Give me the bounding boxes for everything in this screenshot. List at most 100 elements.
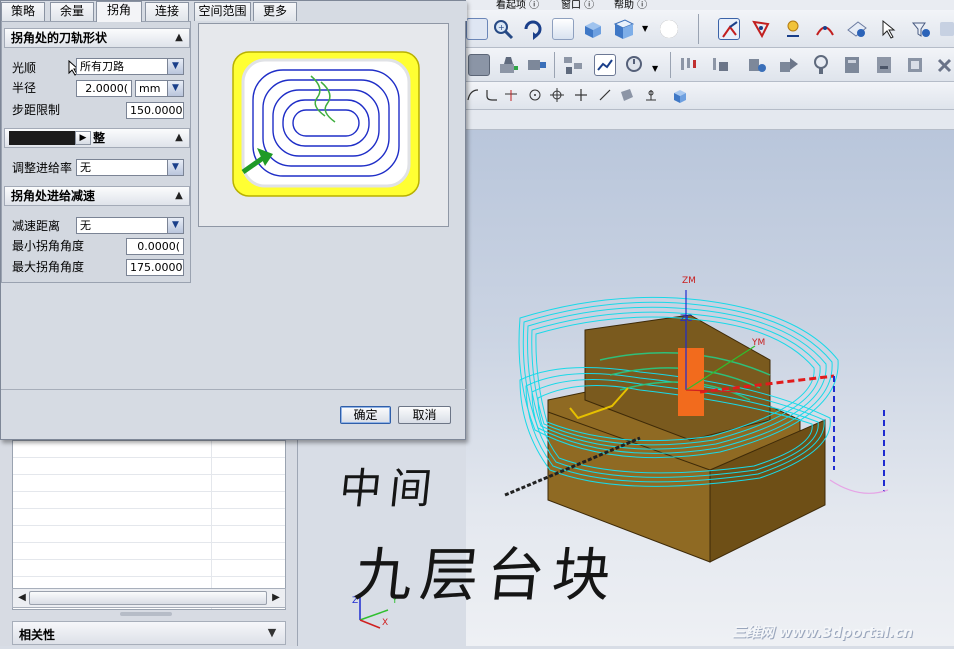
pan-icon[interactable] bbox=[552, 18, 574, 40]
output-cls-icon[interactable] bbox=[874, 54, 896, 76]
adjust-feed-value: 无 bbox=[80, 161, 91, 174]
postprocess-icon[interactable] bbox=[842, 54, 864, 76]
close-toolbar-icon[interactable] bbox=[936, 54, 954, 76]
toolbar-separator bbox=[554, 52, 555, 78]
tab-containment[interactable]: 空间范围 bbox=[194, 2, 251, 21]
probe-icon[interactable] bbox=[810, 54, 832, 76]
adjust-feed-label: 调整进给率 bbox=[12, 161, 73, 175]
group-corner-slowdown[interactable]: 拐角处进给减速 ▲ bbox=[4, 186, 190, 206]
datum-icon[interactable] bbox=[644, 88, 658, 102]
navigator-grid[interactable] bbox=[12, 440, 286, 610]
verify-icon[interactable] bbox=[624, 54, 646, 76]
transfer-path bbox=[829, 479, 889, 494]
chevron-up-icon[interactable]: ▲ bbox=[171, 130, 187, 146]
shaded-box-icon[interactable] bbox=[582, 18, 604, 40]
trim-icon[interactable] bbox=[504, 88, 518, 102]
tab-connections[interactable]: 连接 bbox=[145, 2, 189, 21]
solid-cube-icon[interactable] bbox=[672, 88, 686, 103]
handwritten-annotation: 中间 bbox=[337, 464, 443, 513]
snap-icon[interactable] bbox=[750, 18, 772, 40]
tab-more[interactable]: 更多 bbox=[253, 2, 297, 21]
path-list-icon[interactable] bbox=[746, 54, 768, 76]
group-corner-path[interactable]: 拐角处的刀轨形状 ▲ bbox=[4, 28, 190, 48]
setup-sheet-icon[interactable] bbox=[906, 54, 928, 76]
toolbar-empty bbox=[466, 110, 954, 130]
ok-button[interactable]: 确定 bbox=[340, 406, 391, 424]
scroll-thumb[interactable] bbox=[29, 591, 267, 605]
toolbar-separator bbox=[670, 52, 671, 78]
toolbar-more-icon[interactable] bbox=[940, 22, 954, 36]
point-snap-icon[interactable] bbox=[782, 18, 804, 40]
cancel-button[interactable]: 取消 bbox=[398, 406, 451, 424]
dropdown-arrow-icon[interactable]: ▼ bbox=[652, 62, 666, 76]
smooth-label: 光顺 bbox=[12, 61, 37, 75]
tab-bar: 策略 余量 拐角 连接 空间范围 更多 bbox=[1, 1, 467, 22]
slowdown-dropdown[interactable]: 无 ▼ bbox=[76, 217, 184, 234]
chevron-up-icon[interactable]: ▲ bbox=[171, 188, 187, 204]
tab-strategy[interactable]: 策略 bbox=[1, 2, 45, 21]
menu-item[interactable]: 看起项 ⓘ bbox=[496, 0, 539, 10]
zoom-icon[interactable]: + bbox=[492, 18, 514, 40]
adjust-feed-dropdown[interactable]: 无 ▼ bbox=[76, 159, 184, 176]
dependencies-panel[interactable]: 相关性 ▼ bbox=[12, 621, 286, 645]
dependencies-label: 相关性 bbox=[19, 628, 56, 642]
operation-navigator-icon[interactable] bbox=[562, 54, 584, 76]
create-program-icon[interactable] bbox=[468, 54, 490, 76]
face-select-icon[interactable] bbox=[846, 18, 868, 40]
plus-icon[interactable] bbox=[574, 88, 588, 102]
dropdown-arrow-icon[interactable]: ▼ bbox=[167, 81, 183, 96]
radius-input[interactable]: 2.0000( bbox=[76, 80, 132, 97]
radius-unit: mm bbox=[139, 82, 161, 95]
preview-illustration bbox=[232, 51, 420, 197]
point-icon[interactable] bbox=[550, 88, 564, 102]
svg-text:+: + bbox=[498, 23, 505, 32]
max-angle-input[interactable]: 175.0000( bbox=[126, 259, 184, 276]
scroll-left-icon[interactable]: ◀ bbox=[14, 590, 30, 606]
menu-item[interactable]: 窗口 ⓘ bbox=[561, 0, 594, 10]
label-ym: YM bbox=[752, 338, 766, 348]
create-geometry-icon[interactable] bbox=[526, 54, 548, 76]
cutting-tool bbox=[678, 348, 704, 416]
dropdown-arrow-icon[interactable]: ▼ bbox=[167, 218, 183, 233]
line-icon[interactable] bbox=[598, 88, 612, 102]
shop-doc-icon[interactable] bbox=[594, 54, 616, 76]
plane-icon[interactable] bbox=[620, 88, 634, 102]
circle-center-icon[interactable] bbox=[528, 88, 542, 102]
menu-bar: 看起项 ⓘ 窗口 ⓘ 帮助 ⓘ bbox=[466, 0, 954, 10]
create-tool-icon[interactable] bbox=[498, 54, 520, 76]
chevron-down-icon[interactable]: ▼ bbox=[263, 624, 281, 642]
tab-stock[interactable]: 余量 bbox=[50, 2, 94, 21]
step-limit-input[interactable]: 150.0000( bbox=[126, 102, 184, 119]
fit-icon[interactable] bbox=[466, 18, 488, 40]
transform-icon[interactable] bbox=[778, 54, 800, 76]
generate-path-icon[interactable] bbox=[678, 54, 700, 76]
group-feed-adjust[interactable]: ▶ 整 ▲ bbox=[4, 128, 190, 148]
navigator-scrollbar[interactable]: ◀ ▶ bbox=[12, 588, 286, 608]
slowdown-value: 无 bbox=[80, 219, 91, 232]
slowdown-label: 减速距离 bbox=[12, 219, 61, 233]
rotate-icon[interactable] bbox=[522, 18, 544, 40]
expand-arrow-icon[interactable]: ▶ bbox=[75, 131, 91, 145]
min-angle-input[interactable]: 0.0000( bbox=[126, 238, 184, 255]
replay-path-icon[interactable] bbox=[710, 54, 732, 76]
splitter-grip[interactable] bbox=[120, 612, 172, 616]
filter-select-icon[interactable] bbox=[910, 18, 932, 40]
smooth-value: 所有刀路 bbox=[80, 60, 124, 73]
cursor-select-icon[interactable] bbox=[878, 18, 900, 40]
tab-corners[interactable]: 拐角 bbox=[96, 1, 142, 22]
dropdown-arrow-icon[interactable]: ▼ bbox=[167, 160, 183, 175]
scroll-right-icon[interactable]: ▶ bbox=[268, 590, 284, 606]
chevron-up-icon[interactable]: ▲ bbox=[171, 30, 187, 46]
dropdown-arrow-icon[interactable]: ▼ bbox=[167, 59, 183, 74]
curve-snap-icon[interactable] bbox=[814, 18, 836, 40]
radius-unit-dropdown[interactable]: mm ▼ bbox=[135, 80, 184, 97]
arc-icon[interactable] bbox=[466, 88, 480, 102]
smooth-dropdown[interactable]: 所有刀路 ▼ bbox=[76, 58, 184, 75]
render-style-icon[interactable] bbox=[658, 18, 680, 40]
wire-cube-icon[interactable] bbox=[612, 18, 635, 40]
menu-item[interactable]: 帮助 ⓘ bbox=[614, 0, 647, 10]
radius-label: 半径 bbox=[12, 81, 37, 95]
cutting-parameters-dialog: 策略 余量 拐角 连接 空间范围 更多 拐角处的刀轨形状 ▲ 光顺 所有刀路 ▼… bbox=[0, 0, 467, 440]
fillet-icon[interactable] bbox=[484, 88, 498, 102]
select-icon[interactable] bbox=[718, 18, 740, 40]
